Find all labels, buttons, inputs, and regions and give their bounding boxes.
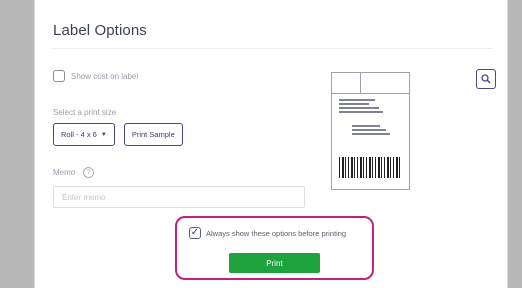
title-divider [53, 48, 493, 49]
label-preview-header [332, 73, 409, 94]
barcode-image [339, 157, 402, 178]
always-show-checkbox[interactable]: ✓ [189, 227, 201, 239]
zoom-button[interactable] [476, 69, 496, 89]
print-button[interactable]: Print [229, 253, 320, 273]
memo-label: Memo [53, 168, 76, 177]
label-preview-recipient [332, 120, 409, 142]
print-sample-button[interactable]: Print Sample [123, 123, 183, 146]
print-size-value: Roll - 4 x 6 [61, 130, 97, 139]
memo-input[interactable] [53, 186, 305, 208]
dialog-title: Label Options [53, 22, 147, 39]
question-circle-icon[interactable]: ? [83, 167, 95, 178]
always-show-label: Always show these options before printin… [206, 228, 347, 238]
label-preview-sender [332, 94, 409, 120]
magnifier-icon [481, 74, 491, 84]
label-preview-image [331, 72, 410, 190]
print-size-label: Select a print size [53, 108, 117, 117]
memo-label-row: Memo ? [53, 167, 95, 178]
show-cost-checkbox[interactable] [53, 70, 65, 82]
show-cost-row[interactable]: Show cost on label [53, 70, 138, 82]
caret-down-icon: ▼ [100, 131, 107, 138]
show-cost-label: Show cost on label [71, 71, 139, 81]
always-show-row[interactable]: ✓ Always show these options before print… [189, 227, 346, 239]
print-size-dropdown[interactable]: Roll - 4 x 6 ▼ [53, 123, 115, 146]
print-size-row: Roll - 4 x 6 ▼ Print Sample [53, 123, 183, 146]
